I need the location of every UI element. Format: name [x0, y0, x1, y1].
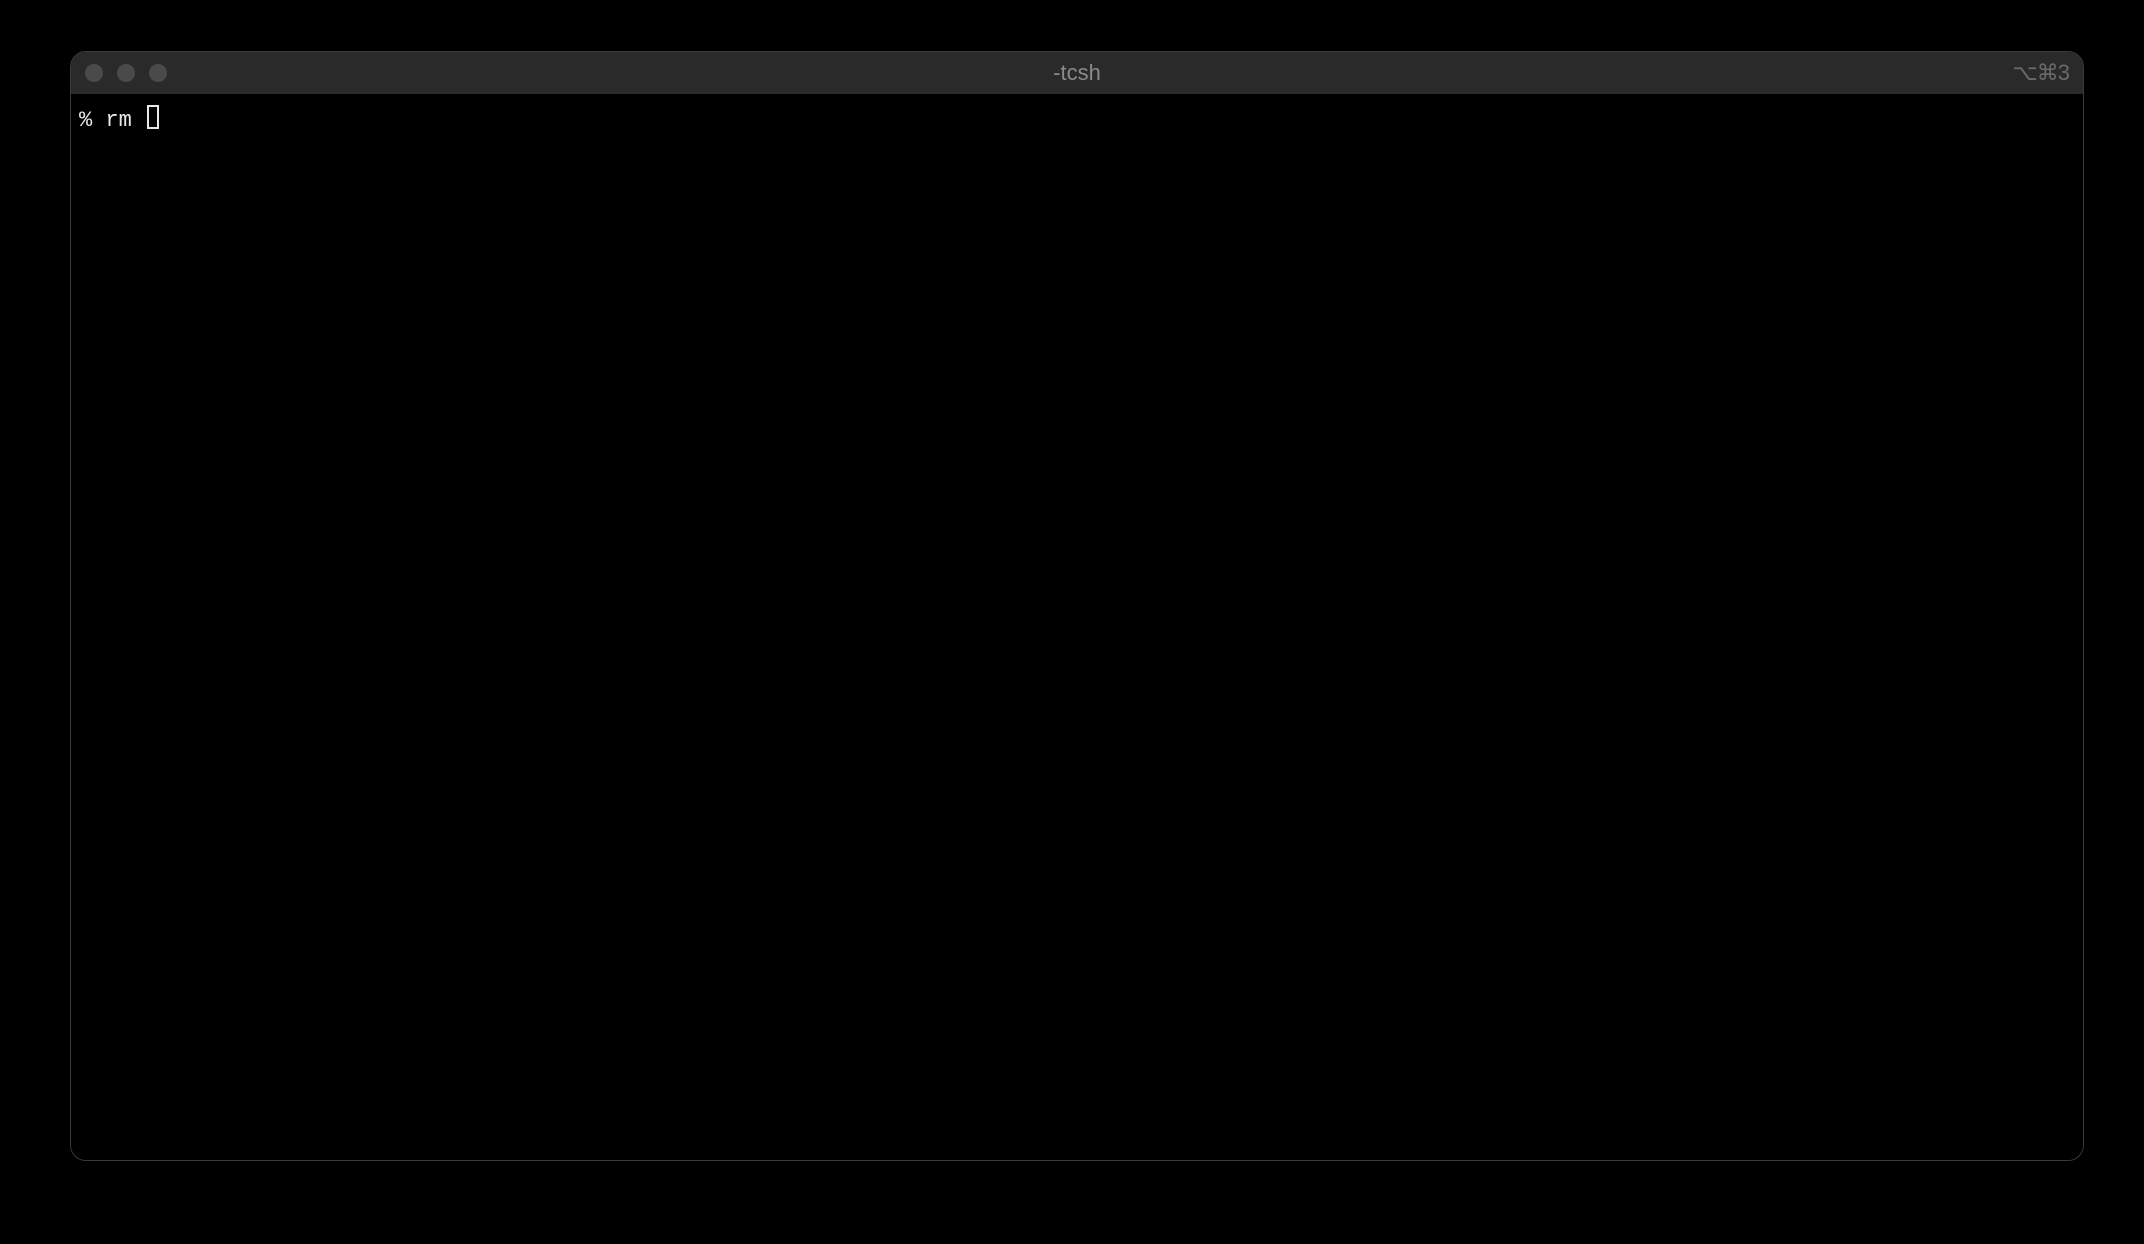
command-input[interactable]: rm	[105, 106, 145, 137]
terminal-body[interactable]: % rm	[71, 94, 2083, 1160]
prompt: %	[79, 106, 105, 137]
shortcut-indicator: ⌥⌘3	[2012, 60, 2069, 86]
minimize-button[interactable]	[117, 64, 135, 82]
close-button[interactable]	[85, 64, 103, 82]
window-title: -tcsh	[1053, 60, 1101, 86]
cursor	[147, 105, 159, 129]
traffic-lights	[85, 64, 167, 82]
titlebar[interactable]: -tcsh ⌥⌘3	[71, 52, 2083, 94]
maximize-button[interactable]	[149, 64, 167, 82]
terminal-line: % rm	[79, 102, 2075, 137]
terminal-window: -tcsh ⌥⌘3 % rm	[70, 51, 2084, 1161]
